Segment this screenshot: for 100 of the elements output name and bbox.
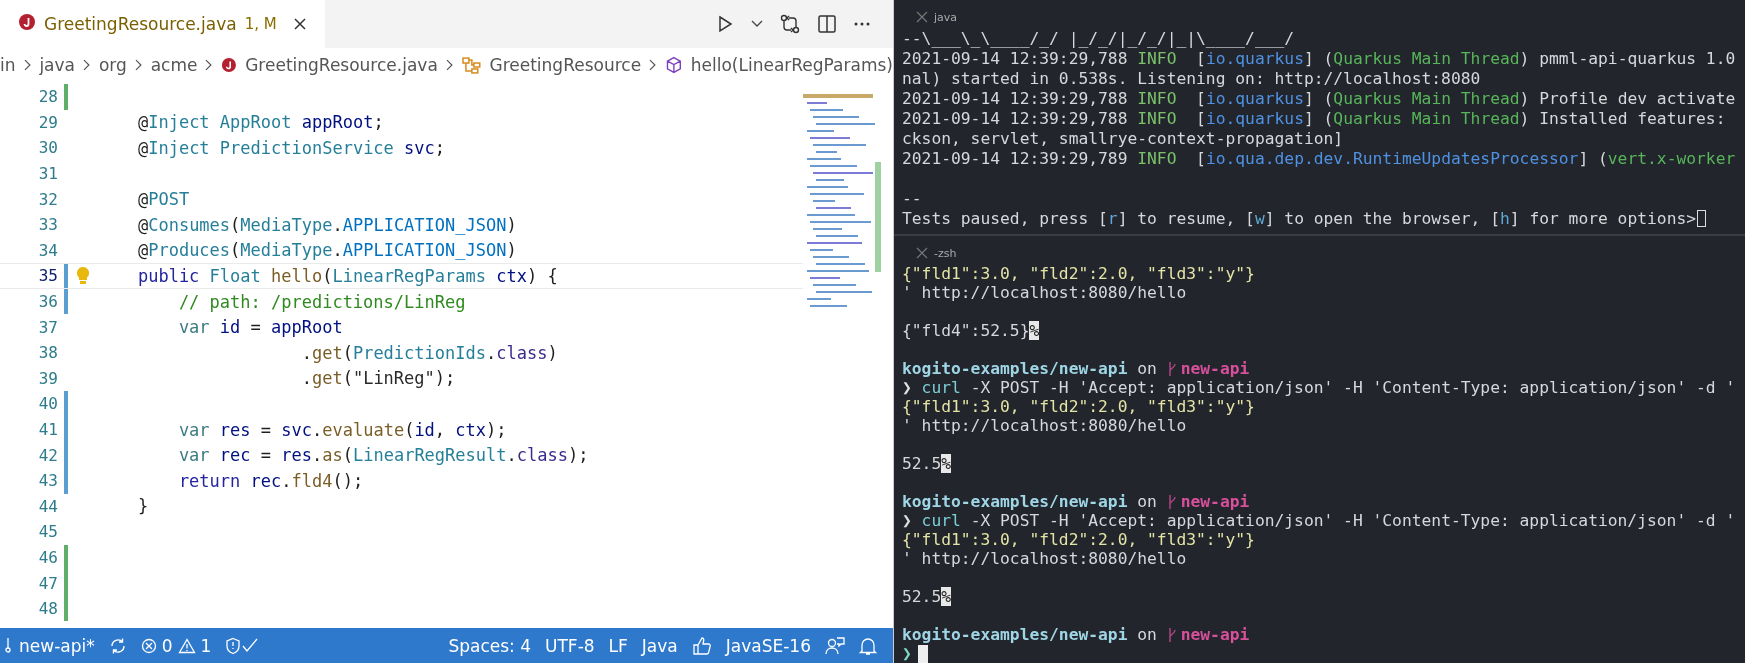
branch-name: new-api <box>1180 492 1250 511</box>
terminal-text: 2021-09-14 12:39:29,788 INFO [io.quarkus] (Quarkus Main Thread) pmml-api-quarkus 1.0 <box>902 48 1736 68</box>
line-number: 28 <box>37 87 58 107</box>
terminal-text: ckson, servlet, smallrye-context-propagation] <box>902 128 1344 148</box>
terminal-text: kogito-examples/new-api on <box>902 492 1158 511</box>
chevron-right-icon <box>205 59 214 71</box>
breadcrumb-item[interactable]: acme <box>150 55 198 75</box>
code-line: @Inject PredictionService svc; <box>136 138 446 158</box>
warning-icon[interactable] <box>177 637 196 654</box>
chevron-right-icon <box>134 59 143 71</box>
class-icon <box>461 56 482 74</box>
terminal-text: ' http://localhost:8080/hello <box>902 416 1187 435</box>
breadcrumb-item[interactable]: org <box>98 55 127 75</box>
terminal-title: -zsh <box>934 246 957 260</box>
line-number: 29 <box>37 112 58 132</box>
terminal-text: 2021-09-14 12:39:29,788 INFO [io.quarkus] (Quarkus Main Thread) Profile dev activate <box>902 88 1736 108</box>
line-number: 42 <box>37 445 58 465</box>
code-line: return rec.fld4(); <box>177 470 364 491</box>
terminal-text: kogito-examples/new-api on <box>902 625 1158 644</box>
terminal-text: Tests paused, press [r] to resume, [w] to open the browser, [h] for more options> <box>902 208 1697 228</box>
terminal-text: ' http://localhost:8080/hello <box>902 283 1187 302</box>
line-number: 38 <box>37 343 58 363</box>
code-line: } <box>136 496 149 517</box>
chevron-right-icon <box>445 59 454 71</box>
code-line: @POST <box>136 189 190 210</box>
line-number: 30 <box>37 138 58 158</box>
status-item[interactable]: Java <box>641 635 678 656</box>
status-item[interactable]: LF <box>608 635 628 656</box>
branch-icon[interactable] <box>4 637 14 654</box>
error-count[interactable]: 0 <box>161 635 173 656</box>
cube-icon <box>665 56 683 74</box>
chevron-down-icon[interactable] <box>751 20 763 28</box>
chevron-right-icon <box>23 59 32 71</box>
line-number: 47 <box>37 573 58 593</box>
line-number: 46 <box>37 548 58 567</box>
status-item[interactable]: UTF-8 <box>545 635 595 656</box>
chevron-right-icon <box>83 59 91 71</box>
error-icon[interactable] <box>140 637 157 654</box>
terminal-text: ❯ <box>902 644 912 663</box>
line-number: 48 <box>37 599 58 619</box>
code-line: @Produces(MediaType.APPLICATION_JSON) <box>136 240 517 261</box>
status-item[interactable]: Spaces: 4 <box>448 635 532 656</box>
branch-icon <box>1166 493 1177 510</box>
line-number: 45 <box>37 522 58 542</box>
breadcrumb-item[interactable]: hello(LinearRegParams) <box>690 55 893 75</box>
terminal-title: java <box>934 10 958 24</box>
line-number: 33 <box>37 215 58 235</box>
text-cursor <box>917 644 928 663</box>
java-file-icon <box>221 57 238 73</box>
line-number: 44 <box>37 496 58 516</box>
terminal-text: ' http://localhost:8080/hello <box>902 549 1187 568</box>
terminal-text: -- <box>902 188 922 208</box>
line-number: 34 <box>37 240 58 260</box>
branch-icon <box>1166 360 1177 377</box>
compare-changes-icon[interactable] <box>779 13 801 35</box>
code-line: var id = appRoot <box>177 317 343 338</box>
code-line: var rec = res.as(LinearRegResult.class); <box>177 445 589 466</box>
bell-icon[interactable] <box>859 635 877 656</box>
terminal-text: --\___\_\____/_/ |_/_/|_/_/|_|\____/___/ <box>902 28 1295 48</box>
more-icon[interactable] <box>853 21 871 27</box>
code-line: @Consumes(MediaType.APPLICATION_JSON) <box>136 214 517 235</box>
problem-count: 1, M <box>244 15 277 33</box>
breadcrumb-item[interactable]: GreetingResource <box>489 55 642 75</box>
code-line: @Inject AppRoot appRoot; <box>136 112 384 133</box>
code-line: .get(PredictionIds.class) <box>300 342 558 363</box>
code-line: .get("LinReg"); <box>300 368 456 389</box>
line-number: 37 <box>37 317 58 337</box>
close-icon[interactable] <box>292 17 307 31</box>
warning-count[interactable]: 1 <box>200 635 212 656</box>
code-line: // path: /predictions/LinReg <box>177 291 466 312</box>
code-line: var res = svc.evaluate(id, ctx); <box>177 419 507 440</box>
breadcrumb-item[interactable]: in <box>0 55 16 75</box>
terminal-text: nal) started in 0.538s. Listening on: http://localhost:8080 <box>902 68 1481 88</box>
status-item[interactable]: JavaSE-16 <box>725 635 811 656</box>
person-feedback-icon[interactable] <box>825 635 845 656</box>
branch-icon <box>1166 626 1177 643</box>
terminal-text: 2021-09-14 12:39:29,788 INFO [io.quarkus] (Quarkus Main Thread) Installed features: <box>902 108 1726 128</box>
tab-title: GreetingResource.java <box>44 14 237 34</box>
thumbs-up-icon[interactable] <box>691 635 712 656</box>
sync-icon[interactable] <box>108 636 127 655</box>
line-number: 41 <box>37 420 58 439</box>
split-editor-icon[interactable] <box>817 14 837 34</box>
terminal-text: {"fld1":3.0, "fld2":2.0, "fld3":"y"} <box>902 397 1255 416</box>
code-line: public Float hello(LinearRegParams ctx) { <box>136 265 558 286</box>
branch-name[interactable]: new-api* <box>19 635 95 656</box>
breadcrumb-item[interactable]: java <box>39 55 75 75</box>
terminal-text: {"fld1":3.0, "fld2":2.0, "fld3":"y"} <box>902 264 1255 283</box>
terminal-text: ❯ curl -X POST -H 'Accept: application/json' -H 'Content-Type: application/json' -d ' <box>902 378 1736 397</box>
shield-check-icon[interactable] <box>225 636 260 655</box>
text-cursor <box>1697 209 1707 227</box>
breadcrumb-item[interactable]: GreetingResource.java <box>245 55 438 75</box>
terminal-text: ❯ curl -X POST -H 'Accept: application/json' -H 'Content-Type: application/json' -d ' <box>902 511 1736 530</box>
branch-name: new-api <box>1180 359 1250 378</box>
branch-name: new-api <box>1180 625 1250 644</box>
chevron-right-icon <box>649 59 657 71</box>
line-number: 32 <box>37 189 58 209</box>
editor-tab[interactable]: GreetingResource.java 1, M <box>0 0 325 48</box>
terminal-text: {"fld1":3.0, "fld2":2.0, "fld3":"y"} <box>902 530 1255 549</box>
terminal-text: 2021-09-14 12:39:29,789 INFO [io.qua.dep.dev.RuntimeUpdatesProcessor] (vert.x-worker <box>902 148 1736 168</box>
line-number: 43 <box>37 471 58 491</box>
